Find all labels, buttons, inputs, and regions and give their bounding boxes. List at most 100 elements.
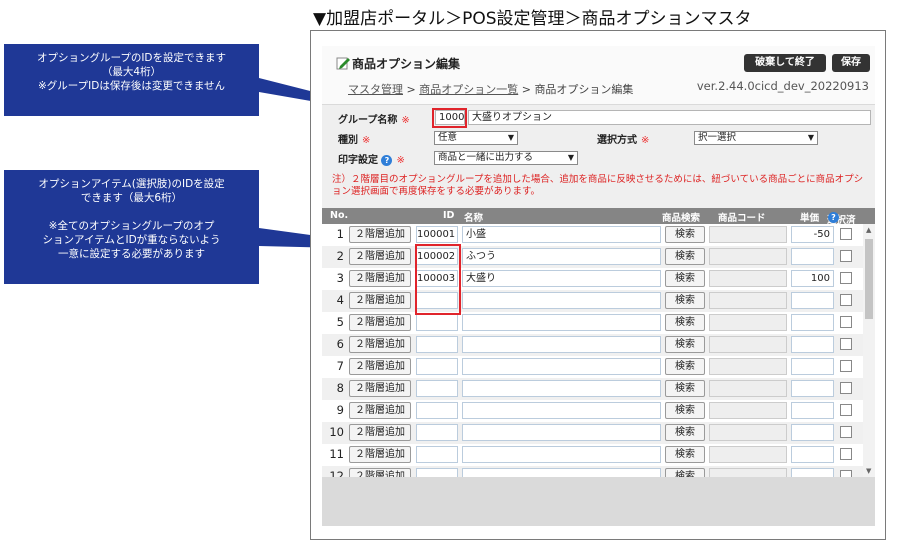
product-code-field xyxy=(709,270,787,287)
item-name-input[interactable] xyxy=(462,468,661,477)
product-search-button[interactable]: 検索 xyxy=(665,402,705,419)
add-level2-button[interactable]: ２階層追加 xyxy=(349,446,411,463)
item-id-input[interactable] xyxy=(416,336,458,353)
product-code-field xyxy=(709,292,787,309)
pencil-icon xyxy=(336,57,350,70)
product-search-button[interactable]: 検索 xyxy=(665,380,705,397)
type-select[interactable]: 任意 ▼ xyxy=(434,131,518,145)
selected-checkbox[interactable] xyxy=(840,228,852,240)
item-id-input[interactable] xyxy=(416,402,458,419)
item-name-input[interactable] xyxy=(462,424,661,441)
required-mark: ※ xyxy=(641,135,650,146)
price-input[interactable] xyxy=(791,380,834,397)
item-name-input[interactable] xyxy=(462,336,661,353)
callout-line: ※全てのオプショングループのオプ xyxy=(48,220,215,232)
select-method-label-text: 選択方式 xyxy=(597,135,637,146)
callout-line: ※グループIDは保存後は変更できません xyxy=(37,80,226,92)
callout-item-id: オプションアイテム(選択肢)のIDを設定 できます（最大6桁） ※全てのオプショ… xyxy=(4,170,259,284)
breadcrumb-master[interactable]: マスタ管理 xyxy=(348,83,403,96)
price-input[interactable] xyxy=(791,248,834,265)
add-level2-button[interactable]: ２階層追加 xyxy=(349,380,411,397)
product-search-button[interactable]: 検索 xyxy=(665,226,705,243)
item-name-input[interactable] xyxy=(462,292,661,309)
save-button[interactable]: 保存 xyxy=(832,54,870,72)
product-code-field xyxy=(709,424,787,441)
selected-checkbox[interactable] xyxy=(840,272,852,284)
item-name-input[interactable]: 大盛り xyxy=(462,270,661,287)
price-input[interactable]: -50 xyxy=(791,226,834,243)
row-number: 4 xyxy=(336,293,344,307)
product-search-button[interactable]: 検索 xyxy=(665,248,705,265)
selected-checkbox[interactable] xyxy=(840,250,852,262)
selected-checkbox[interactable] xyxy=(840,404,852,416)
price-input[interactable] xyxy=(791,468,834,477)
product-search-button[interactable]: 検索 xyxy=(665,292,705,309)
item-id-input[interactable] xyxy=(416,380,458,397)
product-search-button[interactable]: 検索 xyxy=(665,270,705,287)
item-id-input[interactable]: 100001 xyxy=(416,226,458,243)
item-name-input[interactable] xyxy=(462,314,661,331)
item-name-input[interactable] xyxy=(462,358,661,375)
price-input[interactable] xyxy=(791,336,834,353)
help-icon[interactable]: ? xyxy=(828,212,839,223)
price-input[interactable] xyxy=(791,292,834,309)
add-level2-button[interactable]: ２階層追加 xyxy=(349,402,411,419)
print-setting-select[interactable]: 商品と一緒に出力する ▼ xyxy=(434,151,578,165)
add-level2-button[interactable]: ２階層追加 xyxy=(349,270,411,287)
help-icon[interactable]: ? xyxy=(381,154,393,166)
item-id-input[interactable] xyxy=(416,424,458,441)
breadcrumb-option-list[interactable]: 商品オプション一覧 xyxy=(419,83,518,96)
selected-checkbox[interactable] xyxy=(840,294,852,306)
selected-checkbox[interactable] xyxy=(840,338,852,350)
table-row: 10 ２階層追加 検索 xyxy=(322,422,863,444)
item-name-input[interactable] xyxy=(462,402,661,419)
price-input[interactable] xyxy=(791,446,834,463)
discard-and-exit-button[interactable]: 破棄して終了 xyxy=(744,54,826,72)
product-search-button[interactable]: 検索 xyxy=(665,336,705,353)
selected-checkbox[interactable] xyxy=(840,426,852,438)
item-id-input[interactable] xyxy=(416,314,458,331)
price-input[interactable] xyxy=(791,314,834,331)
item-id-input[interactable] xyxy=(416,358,458,375)
scroll-up-icon[interactable]: ▲ xyxy=(866,226,871,234)
price-input[interactable] xyxy=(791,402,834,419)
selected-checkbox[interactable] xyxy=(840,360,852,372)
table-scrollbar[interactable]: ▲ ▼ xyxy=(863,224,875,477)
product-search-button[interactable]: 検索 xyxy=(665,314,705,331)
add-level2-button[interactable]: ２階層追加 xyxy=(349,248,411,265)
add-level2-button[interactable]: ２階層追加 xyxy=(349,314,411,331)
price-input[interactable] xyxy=(791,358,834,375)
selected-checkbox[interactable] xyxy=(840,316,852,328)
product-search-button[interactable]: 検索 xyxy=(665,358,705,375)
add-level2-button[interactable]: ２階層追加 xyxy=(349,292,411,309)
add-level2-button[interactable]: ２階層追加 xyxy=(349,226,411,243)
item-id-input[interactable] xyxy=(416,468,458,477)
product-code-field xyxy=(709,248,787,265)
item-id-input[interactable] xyxy=(416,446,458,463)
product-search-button[interactable]: 検索 xyxy=(665,446,705,463)
selected-checkbox[interactable] xyxy=(840,448,852,460)
add-level2-button[interactable]: ２階層追加 xyxy=(349,358,411,375)
add-level2-button[interactable]: ２階層追加 xyxy=(349,468,411,477)
add-level2-button[interactable]: ２階層追加 xyxy=(349,424,411,441)
item-name-input[interactable] xyxy=(462,380,661,397)
item-name-input[interactable]: 小盛 xyxy=(462,226,661,243)
item-name-input[interactable]: ふつう xyxy=(462,248,661,265)
price-input[interactable] xyxy=(791,424,834,441)
add-level2-button[interactable]: ２階層追加 xyxy=(349,336,411,353)
product-search-button[interactable]: 検索 xyxy=(665,424,705,441)
app-window: 商品オプション編集 破棄して終了 保存 マスタ管理 > 商品オプション一覧 > … xyxy=(310,30,886,540)
required-mark: ※ xyxy=(396,155,405,166)
scrollbar-thumb[interactable] xyxy=(865,239,873,319)
table-row: 4 ２階層追加 検索 xyxy=(322,290,863,312)
price-input[interactable]: 100 xyxy=(791,270,834,287)
product-code-field xyxy=(709,468,787,477)
group-name-input[interactable]: 大盛りオプション xyxy=(468,110,871,125)
scroll-down-icon[interactable]: ▼ xyxy=(866,467,871,475)
type-select-value: 任意 xyxy=(438,132,458,143)
item-name-input[interactable] xyxy=(462,446,661,463)
selected-checkbox[interactable] xyxy=(840,470,852,477)
product-search-button[interactable]: 検索 xyxy=(665,468,705,477)
selected-checkbox[interactable] xyxy=(840,382,852,394)
select-method-select[interactable]: 択一選択 ▼ xyxy=(694,131,818,145)
